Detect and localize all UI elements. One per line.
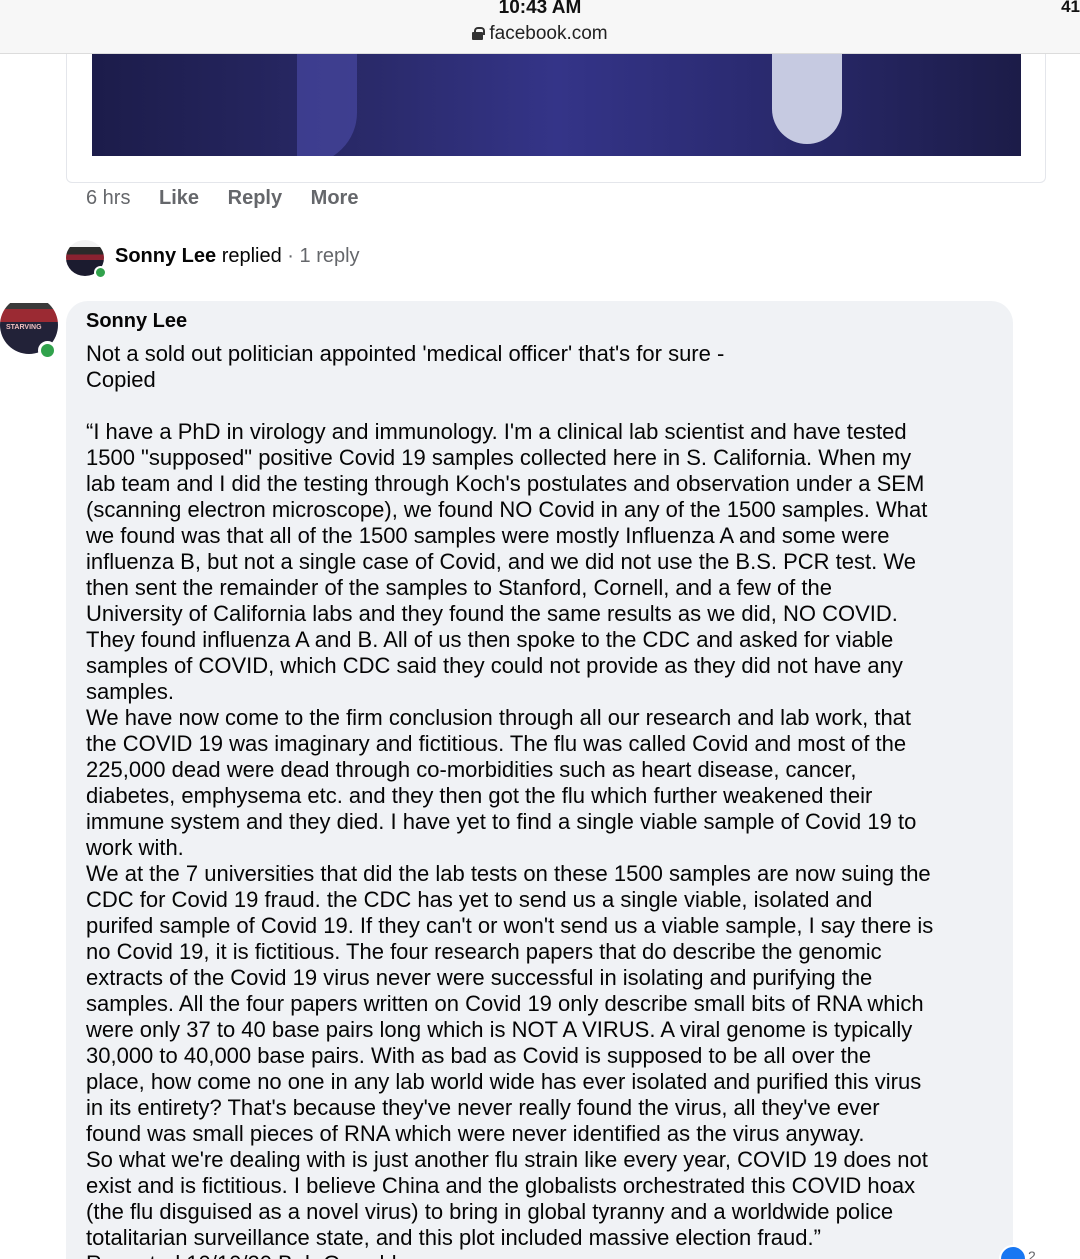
more-button[interactable]: More	[311, 187, 359, 209]
comment-author-name[interactable]: Sonny Lee	[86, 310, 187, 333]
online-status-icon	[38, 341, 57, 360]
separator: ·	[281, 245, 300, 267]
replies-summary-text: Sonny Lee replied · 1 reply	[115, 245, 360, 268]
online-status-icon	[94, 266, 107, 279]
like-button[interactable]: Like	[159, 187, 199, 209]
battery-level: 41	[1061, 0, 1080, 16]
replier-name[interactable]: Sonny Lee	[115, 245, 216, 267]
reply-count[interactable]: 1 reply	[300, 245, 360, 267]
reply-button[interactable]: Reply	[228, 187, 282, 209]
replied-label: replied	[216, 245, 282, 267]
url-bar[interactable]: facebook.com	[0, 23, 1080, 45]
url-text: facebook.com	[489, 23, 608, 44]
video-figure-right	[772, 54, 842, 144]
video-thumbnail[interactable]	[92, 54, 1021, 156]
previous-comment-card	[66, 54, 1046, 183]
comment-text: Not a sold out politician appointed 'med…	[86, 341, 934, 1259]
avatar-caption: STARVING	[6, 324, 42, 331]
status-time: 10:43 AM	[498, 0, 582, 18]
browser-status-bar: 10:43 AM 41 facebook.com	[0, 0, 1080, 54]
comment-timestamp[interactable]: 6 hrs	[86, 187, 130, 209]
lock-icon	[472, 27, 486, 40]
video-figure-left	[297, 54, 357, 156]
reaction-count[interactable]: 2	[1028, 1248, 1036, 1259]
comment-actions: 6 hrs Like Reply More	[86, 187, 381, 210]
